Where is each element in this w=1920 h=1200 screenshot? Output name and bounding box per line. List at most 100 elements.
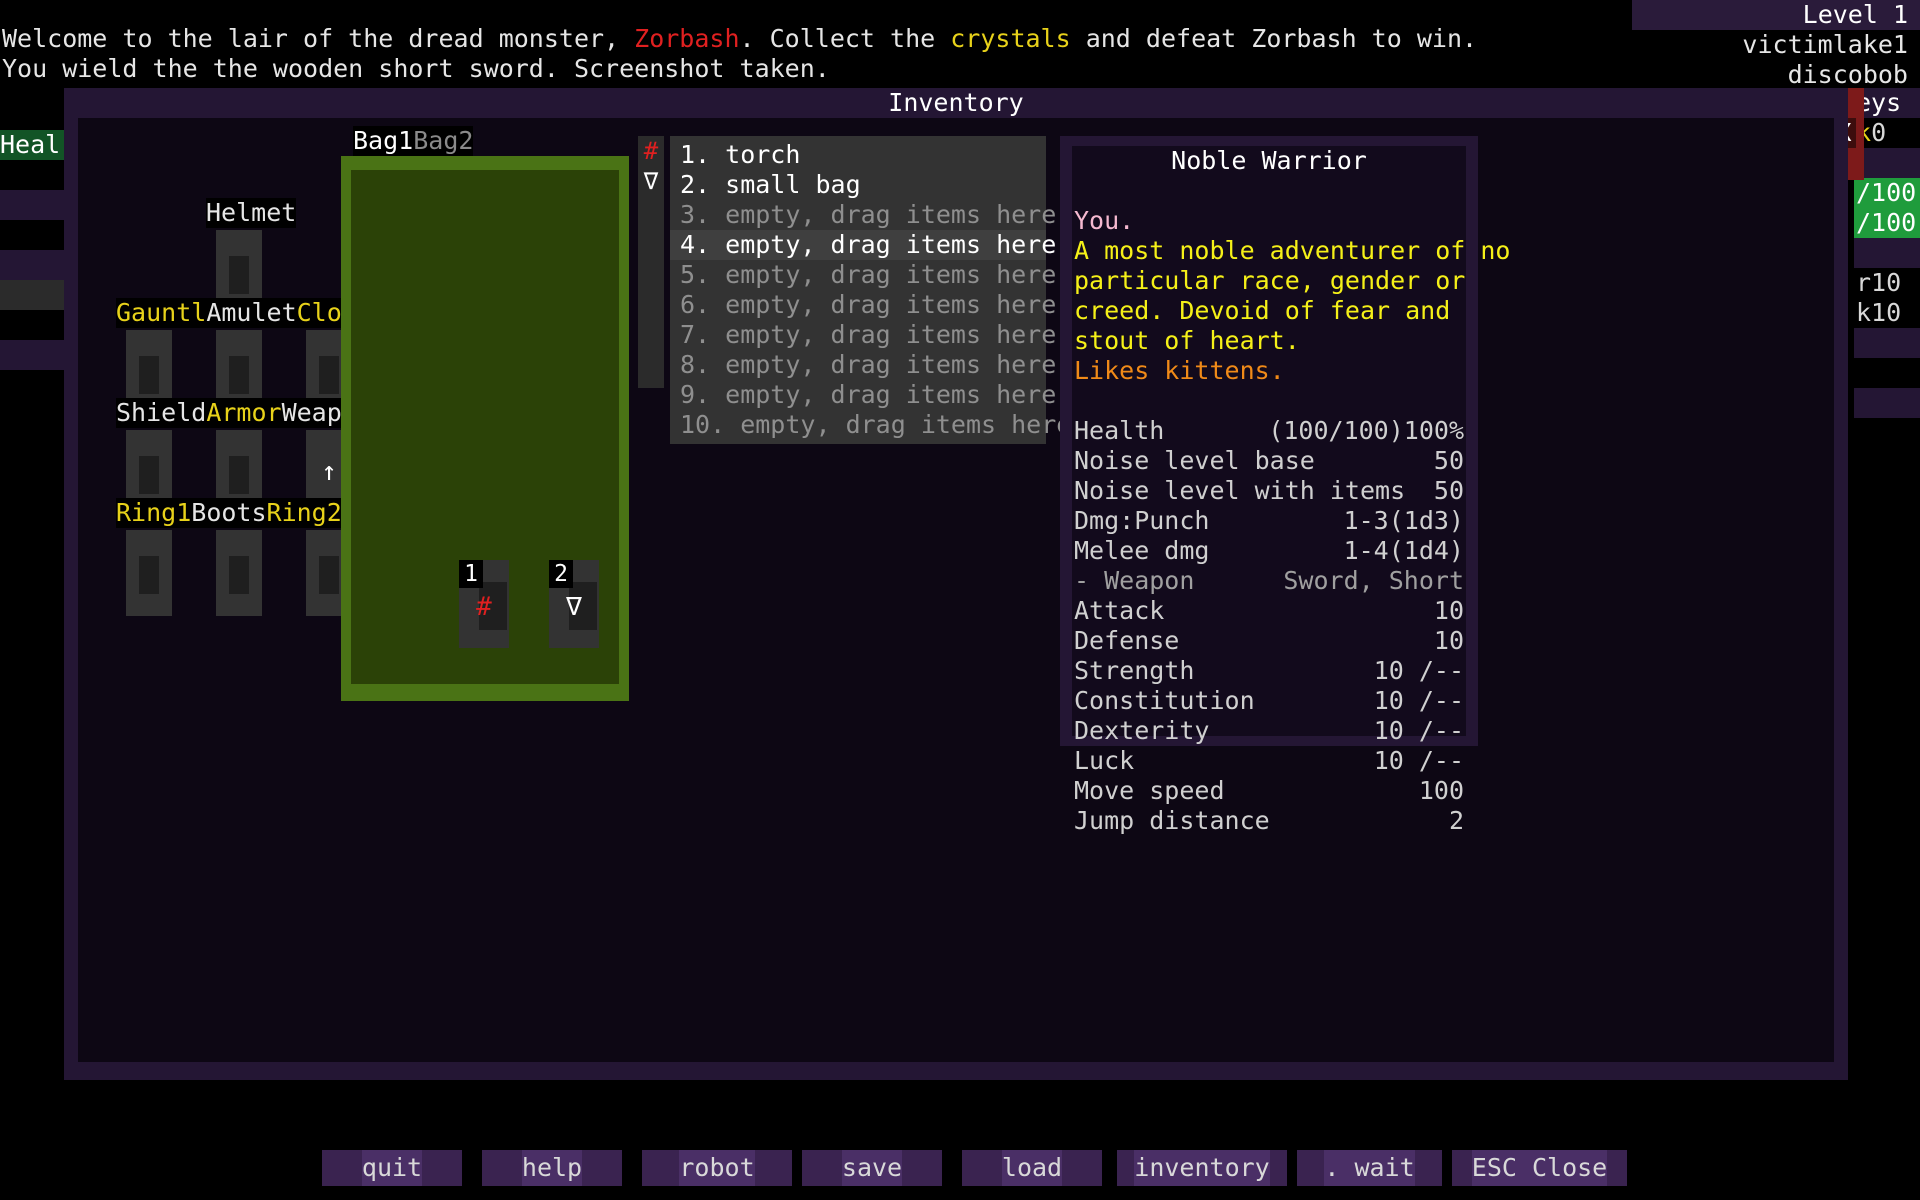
- equipment-slot-placeholder: [229, 456, 249, 494]
- level-label: Level 1: [1632, 0, 1920, 30]
- left-hud: Heal: [0, 100, 64, 430]
- lhud-spacer-6: [0, 280, 64, 310]
- character-description: You. A most noble adventurer of no particu…: [1072, 206, 1511, 386]
- stat-value: 10: [1433, 596, 1464, 625]
- lhud-spacer-7: [0, 310, 64, 340]
- player-name-label: discobob: [1632, 60, 1920, 90]
- item-list-row[interactable]: 5. empty, drag items here: [670, 260, 1056, 290]
- button-label: robot: [679, 1150, 755, 1186]
- character-panel-inner: Noble Warrior You. A most noble adventure…: [1072, 146, 1511, 835]
- bag-tab-bag1[interactable]: Bag1: [353, 126, 413, 155]
- bottom-button-bar: quit help robot save load inventory . wait ESC …: [0, 1150, 1920, 1186]
- hud-spacer-2: [1854, 238, 1920, 268]
- bag-tabs[interactable]: Bag1Bag2: [353, 126, 474, 156]
- stat-key: Noise level with items: [1074, 476, 1406, 505]
- stat-value: 10: [1433, 626, 1464, 655]
- item-list-row[interactable]: 7. empty, drag items here: [670, 320, 1056, 350]
- bag-tab-bag2[interactable]: Bag2: [413, 126, 473, 155]
- character-stat-row: - Weapon Sword, Short: [1072, 566, 1466, 596]
- lhud-spacer-4: [0, 220, 64, 250]
- message-segment: You wield the the wooden short sword. Sc…: [2, 54, 830, 83]
- button-label: ESC Close: [1471, 1150, 1608, 1186]
- stat-value: 10 /--: [1373, 746, 1464, 775]
- item-list-row[interactable]: 9. empty, drag items here: [670, 380, 1056, 410]
- stat-key: Melee dmg: [1074, 536, 1210, 565]
- equipment-label-row: ShieldArmorWeapon: [116, 398, 372, 428]
- button-quit[interactable]: quit: [322, 1150, 462, 1186]
- character-description-line: stout of heart.: [1074, 326, 1300, 355]
- stat-key: Defense: [1074, 626, 1180, 655]
- stat-value: 1-4(1d4): [1343, 536, 1464, 565]
- equipment-slot-ring1[interactable]: [126, 530, 172, 616]
- equipment-slot-label-boots: Boots: [191, 498, 267, 527]
- heal-label: Heal: [0, 130, 64, 160]
- message-line: Welcome to the lair of the dread monster…: [0, 24, 1480, 54]
- equipment-slot-label-gauntl: Gauntl: [116, 298, 207, 327]
- dialog-body: Helmet GauntlAmuletCloak ShieldArmorWeapon…: [78, 118, 1834, 1062]
- stat-value: 1-3(1d3): [1343, 506, 1464, 535]
- stat-value: Sword, Short: [1283, 566, 1464, 595]
- bag-cell-item-icon: #: [476, 592, 492, 622]
- hud-spacer-4: [1854, 358, 1920, 388]
- equipment-slot-label-shield: Shield: [116, 398, 207, 427]
- equipment-slot-placeholder: [319, 356, 339, 394]
- stat-value: 100: [1418, 776, 1464, 805]
- character-stat-row: Constitution 10 /--: [1072, 686, 1466, 716]
- character-panel: Noble Warrior You. A most noble adventure…: [1060, 136, 1511, 835]
- item-list-row[interactable]: 10. empty, drag items here: [670, 410, 1071, 440]
- message-segment: Zorbash: [634, 24, 740, 53]
- equipment-slot-placeholder: [229, 356, 249, 394]
- equipment-slot-placeholder: [319, 556, 339, 594]
- character-stat-row: Luck 10 /--: [1072, 746, 1466, 776]
- bag-cell-1[interactable]: 1 #: [459, 560, 509, 648]
- button-save[interactable]: save: [802, 1150, 942, 1186]
- button-load[interactable]: load: [962, 1150, 1102, 1186]
- item-list-row[interactable]: 2. small bag: [670, 170, 1046, 200]
- bag-grid[interactable]: 1 #2 ∇: [351, 170, 619, 684]
- character-stat-row: Move speed 100: [1072, 776, 1466, 806]
- stat-key: Attack: [1074, 596, 1165, 625]
- stat-key: Noise level base: [1074, 446, 1315, 475]
- bag-panel: 1 #2 ∇: [341, 156, 629, 701]
- item-list-row[interactable]: 6. empty, drag items here: [670, 290, 1056, 320]
- equipment-slot-placeholder: [229, 556, 249, 594]
- character-description-line: You.: [1074, 206, 1135, 235]
- equipment-slot-label-armor: Armor: [206, 398, 282, 427]
- bag-cell-index: 1: [459, 560, 483, 588]
- item-list-row[interactable]: 3. empty, drag items here: [670, 200, 1056, 230]
- stat-value: 50: [1433, 476, 1464, 505]
- bag-cell-index: 2: [549, 560, 573, 588]
- item-list-row[interactable]: 8. empty, drag items here: [670, 350, 1056, 380]
- button-inventory[interactable]: inventory: [1117, 1150, 1287, 1186]
- health-row-1: /100: [1854, 178, 1920, 208]
- equipment-label-row: Helmet: [206, 198, 297, 228]
- button-help[interactable]: help: [482, 1150, 622, 1186]
- item-list[interactable]: 1. torch 2. small bag 3. empty, drag items…: [670, 136, 1071, 444]
- character-description-line: A most noble adventurer of no: [1074, 236, 1511, 265]
- item-list-row[interactable]: 4. empty, drag items here: [670, 230, 1056, 260]
- equipment-slot-label-amulet: Amulet: [206, 298, 297, 327]
- button-wait[interactable]: . wait: [1297, 1150, 1442, 1186]
- button-label: quit: [361, 1150, 423, 1186]
- message-line: You wield the the wooden short sword. Sc…: [0, 54, 832, 84]
- button-label: help: [521, 1150, 583, 1186]
- stat-key: Dexterity: [1074, 716, 1210, 745]
- equipment-slot-label-ring1: Ring1: [116, 498, 192, 527]
- lhud-spacer-1: [0, 100, 64, 130]
- equipment-label-row: Ring1BootsRing2: [116, 498, 342, 528]
- character-stat-row: Jump distance 2: [1072, 806, 1466, 836]
- stat-key: - Weapon: [1074, 566, 1195, 595]
- bag-cell-2[interactable]: 2 ∇: [549, 560, 599, 648]
- character-description-line: Likes kittens.: [1074, 356, 1285, 385]
- character-stat-row: Strength 10 /--: [1072, 656, 1466, 686]
- button-label: save: [841, 1150, 903, 1186]
- hud-spacer-5: [1854, 388, 1920, 418]
- key-count: 0: [1871, 118, 1887, 147]
- button-esc-close[interactable]: ESC Close: [1452, 1150, 1627, 1186]
- equipment-slot-boots[interactable]: [216, 530, 262, 616]
- seed-label: victimlake1: [1632, 30, 1920, 60]
- item-list-row[interactable]: 1. torch: [670, 140, 1046, 170]
- stat-value: 50: [1433, 446, 1464, 475]
- button-robot[interactable]: robot: [642, 1150, 792, 1186]
- button-label: load: [1001, 1150, 1063, 1186]
